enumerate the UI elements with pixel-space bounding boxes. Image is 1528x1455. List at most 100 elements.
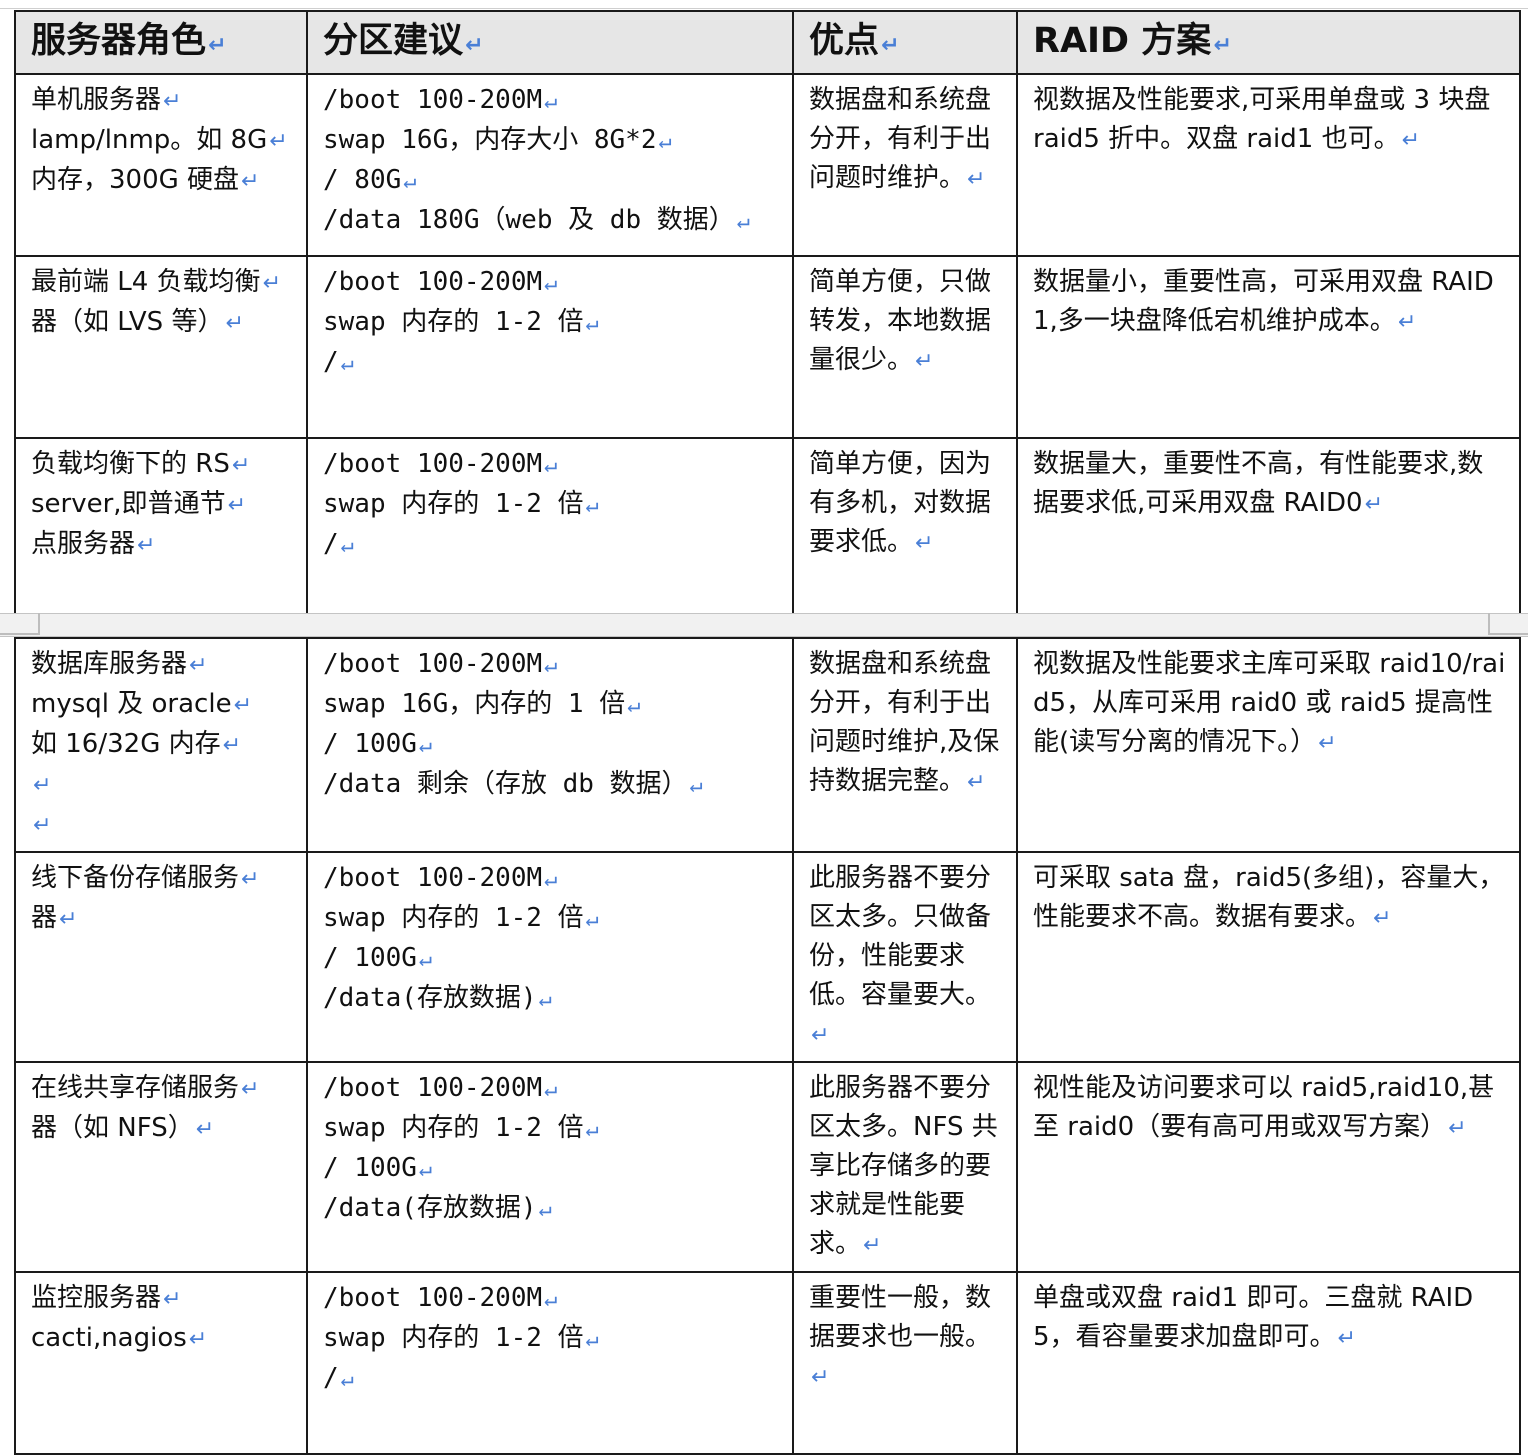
role-line xyxy=(31,765,294,805)
partition-line: / 100G xyxy=(323,1149,780,1189)
role-line xyxy=(31,805,294,845)
partition-line: /boot 100-200M xyxy=(323,859,780,899)
cell-raid: 视数据及性能要求主库可采取 raid10/raid5，从库可采用 raid0 或… xyxy=(1016,637,1521,853)
raid-text: 数据量小，重要性高，可采用双盘 RAID1,多一块盘降低宕机维护成本。 xyxy=(1033,263,1507,342)
cell-raid: 可采取 sata 盘，raid5(多组)，容量大，性能要求不高。数据有要求。 xyxy=(1016,851,1521,1063)
role-line: cacti,nagios xyxy=(31,1319,294,1359)
partition-line: / 100G xyxy=(323,725,780,765)
cell-advantage: 简单方便，只做转发，本地数据量很少。 xyxy=(792,255,1018,439)
role-line: 器 xyxy=(31,899,294,939)
table-row: 监控服务器cacti,nagios/boot 100-200Mswap 内存的 … xyxy=(14,1271,1521,1455)
role-line: lamp/lnmp。如 8G xyxy=(31,121,294,161)
advantage-text: 此服务器不要分区太多。NFS 共享比存储多的要求就是性能要求。 xyxy=(809,1069,1004,1265)
header-advantage: 优点 xyxy=(792,10,1018,75)
page-top-border xyxy=(0,8,1528,9)
table-row: 负载均衡下的 RSserver,即普通节点服务器/boot 100-200Msw… xyxy=(14,437,1521,621)
role-line: 最前端 L4 负载均衡 xyxy=(31,263,294,303)
table-row: 最前端 L4 负载均衡器（如 LVS 等）/boot 100-200Mswap … xyxy=(14,255,1521,439)
role-line: server,即普通节 xyxy=(31,485,294,525)
partition-line: /data 剩余（存放 db 数据） xyxy=(323,765,780,805)
partition-line: swap 16G，内存大小 8G*2 xyxy=(323,121,780,161)
cell-partition: /boot 100-200Mswap 16G，内存大小 8G*2/ 80G/da… xyxy=(306,73,794,257)
role-line: 线下备份存储服务 xyxy=(31,859,294,899)
role-line: 负载均衡下的 RS xyxy=(31,445,294,485)
cell-partition: /boot 100-200Mswap 内存的 1-2 倍/ 100G/data(… xyxy=(306,1061,794,1273)
cell-partition: /boot 100-200Mswap 内存的 1-2 倍/ 100G/data(… xyxy=(306,851,794,1063)
page-corner-mark-left xyxy=(0,613,40,635)
partition-line: swap 内存的 1-2 倍 xyxy=(323,485,780,525)
server-raid-table-part1: 服务器角色 分区建议 优点 RAID 方案 单机服务器lamp/lnmp。如 8… xyxy=(14,10,1521,621)
role-line: 器（如 NFS） xyxy=(31,1109,294,1149)
page-corner-mark-right xyxy=(1488,613,1528,635)
cell-role: 最前端 L4 负载均衡器（如 LVS 等） xyxy=(14,255,308,439)
cell-role: 数据库服务器mysql 及 oracle如 16/32G 内存 xyxy=(14,637,308,853)
raid-text: 视数据及性能要求主库可采取 raid10/raid5，从库可采用 raid0 或… xyxy=(1033,645,1507,763)
raid-text: 数据量大，重要性不高，有性能要求,数据要求低,可采用双盘 RAID0 xyxy=(1033,445,1507,524)
cell-partition: /boot 100-200Mswap 内存的 1-2 倍/ xyxy=(306,437,794,621)
table-row: 线下备份存储服务器/boot 100-200Mswap 内存的 1-2 倍/ 1… xyxy=(14,851,1521,1063)
cell-raid: 数据量小，重要性高，可采用双盘 RAID1,多一块盘降低宕机维护成本。 xyxy=(1016,255,1521,439)
advantage-text: 简单方便，因为有多机，对数据要求低。 xyxy=(809,445,1004,563)
partition-line: swap 内存的 1-2 倍 xyxy=(323,1109,780,1149)
partition-line: /data(存放数据) xyxy=(323,979,780,1019)
cell-advantage: 数据盘和系统盘分开，有利于出问题时维护,及保持数据完整。 xyxy=(792,637,1018,853)
cell-partition: /boot 100-200Mswap 内存的 1-2 倍/ xyxy=(306,255,794,439)
page-break-gap xyxy=(0,613,1528,637)
raid-text: 视性能及访问要求可以 raid5,raid10,甚至 raid0（要有高可用或双… xyxy=(1033,1069,1507,1148)
header-partition: 分区建议 xyxy=(306,10,794,75)
role-line: 如 16/32G 内存 xyxy=(31,725,294,765)
header-raid: RAID 方案 xyxy=(1016,10,1521,75)
cell-role: 单机服务器lamp/lnmp。如 8G内存，300G 硬盘 xyxy=(14,73,308,257)
partition-line: /boot 100-200M xyxy=(323,1069,780,1109)
role-line: 点服务器 xyxy=(31,525,294,565)
partition-line: /boot 100-200M xyxy=(323,263,780,303)
cell-role: 负载均衡下的 RSserver,即普通节点服务器 xyxy=(14,437,308,621)
cell-advantage: 重要性一般，数据要求也一般。 xyxy=(792,1271,1018,1455)
cell-role: 在线共享存储服务器（如 NFS） xyxy=(14,1061,308,1273)
cell-advantage: 此服务器不要分区太多。只做备份，性能要求低。容量要大。 xyxy=(792,851,1018,1063)
cell-partition: /boot 100-200Mswap 内存的 1-2 倍/ xyxy=(306,1271,794,1455)
cell-advantage: 数据盘和系统盘分开，有利于出问题时维护。 xyxy=(792,73,1018,257)
cell-advantage: 此服务器不要分区太多。NFS 共享比存储多的要求就是性能要求。 xyxy=(792,1061,1018,1273)
raid-text: 单盘或双盘 raid1 即可。三盘就 RAID5，看容量要求加盘即可。 xyxy=(1033,1279,1507,1358)
header-role: 服务器角色 xyxy=(14,10,308,75)
role-line: 在线共享存储服务 xyxy=(31,1069,294,1109)
advantage-text: 数据盘和系统盘分开，有利于出问题时维护。 xyxy=(809,81,1004,199)
partition-line: swap 16G，内存的 1 倍 xyxy=(323,685,780,725)
table-row: 在线共享存储服务器（如 NFS）/boot 100-200Mswap 内存的 1… xyxy=(14,1061,1521,1273)
cell-raid: 单盘或双盘 raid1 即可。三盘就 RAID5，看容量要求加盘即可。 xyxy=(1016,1271,1521,1455)
partition-line: / 80G xyxy=(323,161,780,201)
raid-text: 可采取 sata 盘，raid5(多组)，容量大，性能要求不高。数据有要求。 xyxy=(1033,859,1507,938)
advantage-text: 简单方便，只做转发，本地数据量很少。 xyxy=(809,263,1004,381)
role-line: mysql 及 oracle xyxy=(31,685,294,725)
role-line: 监控服务器 xyxy=(31,1279,294,1319)
partition-line: swap 内存的 1-2 倍 xyxy=(323,899,780,939)
partition-line: /data(存放数据) xyxy=(323,1189,780,1229)
role-line: 器（如 LVS 等） xyxy=(31,303,294,343)
partition-line: /boot 100-200M xyxy=(323,1279,780,1319)
partition-line: / 100G xyxy=(323,939,780,979)
partition-line: /boot 100-200M xyxy=(323,81,780,121)
cell-partition: /boot 100-200Mswap 16G，内存的 1 倍/ 100G/dat… xyxy=(306,637,794,853)
table-row: 数据库服务器mysql 及 oracle如 16/32G 内存/boot 100… xyxy=(14,637,1521,853)
cell-raid: 视性能及访问要求可以 raid5,raid10,甚至 raid0（要有高可用或双… xyxy=(1016,1061,1521,1273)
partition-line: / xyxy=(323,1359,780,1399)
cell-advantage: 简单方便，因为有多机，对数据要求低。 xyxy=(792,437,1018,621)
role-line: 单机服务器 xyxy=(31,81,294,121)
partition-line: /data 180G（web 及 db 数据） xyxy=(323,201,780,241)
table-row: 单机服务器lamp/lnmp。如 8G内存，300G 硬盘/boot 100-2… xyxy=(14,73,1521,257)
partition-line: swap 内存的 1-2 倍 xyxy=(323,303,780,343)
partition-line: / xyxy=(323,525,780,565)
role-line: 数据库服务器 xyxy=(31,645,294,685)
advantage-text: 重要性一般，数据要求也一般。 xyxy=(809,1279,1004,1397)
cell-role: 线下备份存储服务器 xyxy=(14,851,308,1063)
advantage-text: 数据盘和系统盘分开，有利于出问题时维护,及保持数据完整。 xyxy=(809,645,1004,802)
header-row: 服务器角色 分区建议 优点 RAID 方案 xyxy=(14,10,1521,75)
raid-text: 视数据及性能要求,可采用单盘或 3 块盘 raid5 折中。双盘 raid1 也… xyxy=(1033,81,1507,160)
role-line: 内存，300G 硬盘 xyxy=(31,161,294,201)
partition-line: /boot 100-200M xyxy=(323,445,780,485)
server-raid-table-part2: 数据库服务器mysql 及 oracle如 16/32G 内存/boot 100… xyxy=(14,637,1521,1455)
cell-raid: 数据量大，重要性不高，有性能要求,数据要求低,可采用双盘 RAID0 xyxy=(1016,437,1521,621)
cell-raid: 视数据及性能要求,可采用单盘或 3 块盘 raid5 折中。双盘 raid1 也… xyxy=(1016,73,1521,257)
partition-line: /boot 100-200M xyxy=(323,645,780,685)
